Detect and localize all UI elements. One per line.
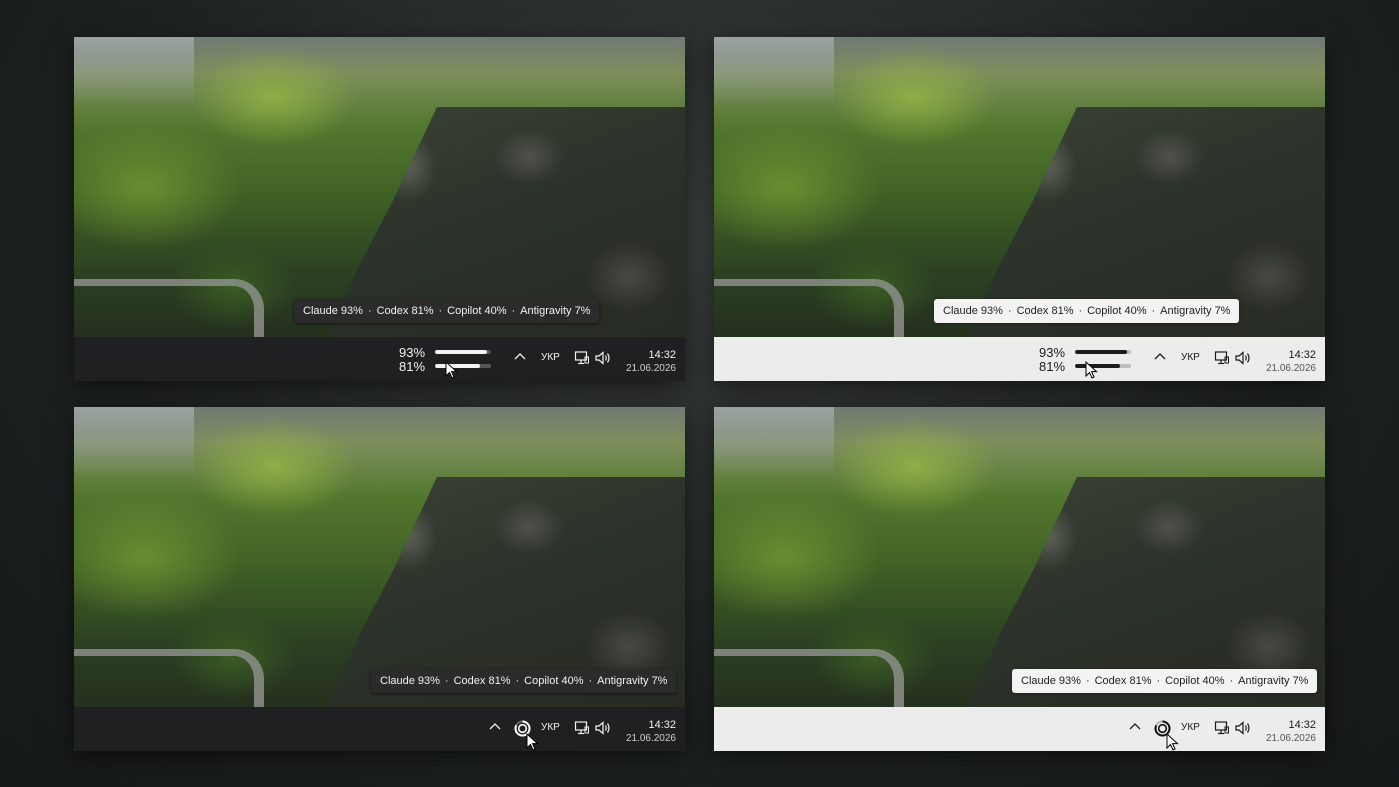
tooltip-separator: · — [1151, 305, 1156, 317]
clock-date[interactable]: 21.06.2026 — [1266, 363, 1316, 374]
wallpaper-sky — [74, 407, 194, 477]
usage-tooltip: Claude 93% · Codex 81% · Copilot 40% · Antigra… — [1012, 669, 1318, 693]
usage-tooltip: Claude 93% · Codex 81% · Copilot 40% · Antigra… — [294, 299, 600, 323]
wallpaper-sky — [714, 407, 834, 477]
language-indicator[interactable]: УКР — [1181, 723, 1200, 733]
tooltip-claude: Claude 93% — [380, 675, 440, 687]
tooltip-claude: Claude 93% — [943, 305, 1003, 317]
tooltip-separator: · — [1078, 305, 1083, 317]
usage-bar-2 — [1075, 364, 1131, 368]
usage-percent-2: 81% — [1039, 359, 1066, 374]
chevron-up-icon[interactable] — [514, 352, 526, 360]
chevron-up-icon[interactable] — [489, 722, 501, 730]
clock-date[interactable]: 21.06.2026 — [1266, 733, 1316, 744]
usage-tooltip: Claude 93% · Codex 81% · Copilot 40% · Antigra… — [934, 299, 1240, 323]
usage-bar-2 — [435, 364, 491, 368]
chevron-up-icon[interactable] — [1154, 352, 1166, 360]
tooltip-separator: · — [1085, 675, 1090, 687]
network-icon[interactable] — [574, 720, 590, 736]
chevron-up-icon[interactable] — [1129, 722, 1141, 730]
panel-dark-icon: Claude 93% · Codex 81% · Copilot 40% · Antigra… — [74, 407, 685, 751]
tooltip-copilot: Copilot 40% — [1087, 305, 1147, 317]
tooltip-antigravity: Antigravity 7% — [1160, 305, 1231, 317]
tooltip-separator: · — [367, 305, 372, 317]
tooltip-copilot: Copilot 40% — [524, 675, 584, 687]
tooltip-claude: Claude 93% — [1021, 675, 1081, 687]
tooltip-claude: Claude 93% — [303, 305, 363, 317]
usage-percent-1: 93% — [1039, 345, 1066, 360]
network-icon[interactable] — [1214, 350, 1230, 366]
tooltip-separator: · — [1229, 675, 1234, 687]
network-icon[interactable] — [1214, 720, 1230, 736]
network-icon[interactable] — [574, 350, 590, 366]
language-indicator[interactable]: УКР — [541, 353, 560, 363]
usage-bar-fill-1 — [435, 350, 488, 354]
wallpaper-sky — [74, 37, 194, 107]
language-indicator[interactable]: УКР — [1181, 353, 1200, 363]
clock-time[interactable]: 14:32 — [1288, 349, 1316, 361]
clock-time[interactable]: 14:32 — [648, 719, 676, 731]
tooltip-codex: Codex 81% — [453, 675, 511, 687]
tooltip-copilot: Copilot 40% — [1165, 675, 1225, 687]
clock-time[interactable]: 14:32 — [1288, 719, 1316, 731]
wallpaper-road — [74, 649, 264, 716]
tooltip-separator: · — [438, 305, 443, 317]
usage-bar-1 — [435, 350, 491, 354]
usage-percent-2: 81% — [399, 359, 426, 374]
tooltip-separator: · — [1156, 675, 1161, 687]
volume-icon[interactable] — [1234, 720, 1252, 736]
tooltip-separator: · — [444, 675, 449, 687]
tooltip-antigravity: Antigravity 7% — [520, 305, 591, 317]
tooltip-antigravity: Antigravity 7% — [1238, 675, 1309, 687]
tooltip-copilot: Copilot 40% — [447, 305, 507, 317]
mouse-cursor-icon — [445, 361, 458, 379]
panel-light-icon: Claude 93% · Codex 81% · Copilot 40% · Antigra… — [714, 407, 1325, 751]
wallpaper-road — [74, 279, 264, 346]
mouse-cursor-icon — [1166, 733, 1179, 751]
tooltip-codex: Codex 81% — [1094, 675, 1152, 687]
panel-light-bars: Claude 93% · Codex 81% · Copilot 40% · Antigra… — [714, 37, 1325, 381]
language-indicator[interactable]: УКР — [541, 723, 560, 733]
taskbar: 93% 81% УКР 14:32 21.06.2026 — [714, 337, 1325, 381]
taskbar: 93% 81% УКР 14:32 21.06.2026 — [74, 337, 685, 381]
wallpaper-road — [714, 649, 904, 716]
volume-icon[interactable] — [594, 350, 612, 366]
tooltip-codex: Codex 81% — [376, 305, 434, 317]
clock-date[interactable]: 21.06.2026 — [626, 363, 676, 374]
tooltip-separator: · — [515, 675, 520, 687]
clock-date[interactable]: 21.06.2026 — [626, 733, 676, 744]
usage-bar-1 — [1075, 350, 1131, 354]
wallpaper-road — [714, 279, 904, 346]
tooltip-separator: · — [1007, 305, 1012, 317]
panel-dark-bars: Claude 93% · Codex 81% · Copilot 40% · Antigra… — [74, 37, 685, 381]
tooltip-separator: · — [588, 675, 593, 687]
clock-time[interactable]: 14:32 — [648, 349, 676, 361]
tooltip-codex: Codex 81% — [1016, 305, 1074, 317]
taskbar: УКР 14:32 21.06.2026 — [74, 707, 685, 751]
taskbar: УКР 14:32 21.06.2026 — [714, 707, 1325, 751]
mouse-cursor-icon — [526, 733, 539, 751]
usage-percent-1: 93% — [399, 345, 426, 360]
tooltip-separator: · — [511, 305, 516, 317]
wallpaper-sky — [714, 37, 834, 107]
tooltip-antigravity: Antigravity 7% — [597, 675, 668, 687]
volume-icon[interactable] — [1234, 350, 1252, 366]
mouse-cursor-icon — [1085, 361, 1098, 379]
usage-bar-fill-1 — [1075, 350, 1128, 354]
usage-tooltip: Claude 93% · Codex 81% · Copilot 40% · Antigra… — [371, 669, 677, 693]
volume-icon[interactable] — [594, 720, 612, 736]
